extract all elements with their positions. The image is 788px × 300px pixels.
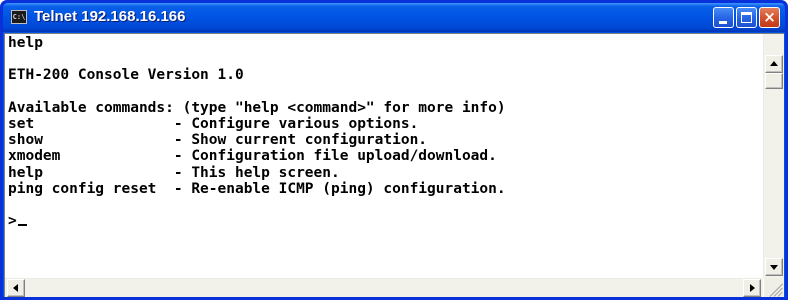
window-title: Telnet 192.168.16.166 [34,8,186,25]
scroll-up-button[interactable] [765,55,783,73]
arrow-down-icon [770,265,778,270]
console-line: show - Show current configuration. [8,132,428,149]
scroll-left-button[interactable] [7,279,25,297]
console-line: ping config reset - Re-enable ICMP (ping… [8,180,506,197]
vertical-scrollbar[interactable] [763,34,784,278]
title-bar[interactable]: C:\ Telnet 192.168.16.166 × [3,3,785,32]
console-line: xmodem - Configuration file upload/downl… [8,148,497,165]
minimize-button[interactable] [713,7,734,28]
maximize-icon [741,12,752,23]
text-cursor [17,224,27,227]
scroll-right-button[interactable] [743,279,761,297]
console-line: help [8,35,43,51]
arrow-up-icon [770,61,778,66]
console-line: help - This help screen. [8,164,340,181]
console-icon[interactable]: C:\ [11,10,27,24]
resize-grip-icon[interactable] [764,278,784,297]
scroll-down-button[interactable] [765,258,783,276]
console-line: ETH-200 Console Version 1.0 [8,67,244,84]
maximize-button[interactable] [736,7,757,28]
minimize-icon [719,21,727,24]
console-output[interactable]: help ETH-200 Console Version 1.0 Availab… [8,35,760,279]
arrow-right-icon [750,284,755,292]
horizontal-scrollbar[interactable] [5,278,763,297]
close-button[interactable]: × [759,7,780,28]
console-area[interactable]: help ETH-200 Console Version 1.0 Availab… [4,33,784,297]
arrow-left-icon [13,284,18,292]
console-line: Available commands: (type "help <command… [8,99,506,116]
vertical-scroll-thumb[interactable] [765,73,783,89]
console-line: set - Configure various options. [8,116,419,133]
telnet-window: C:\ Telnet 192.168.16.166 × help ETH-200… [0,0,788,300]
command-prompt: > [8,213,17,230]
